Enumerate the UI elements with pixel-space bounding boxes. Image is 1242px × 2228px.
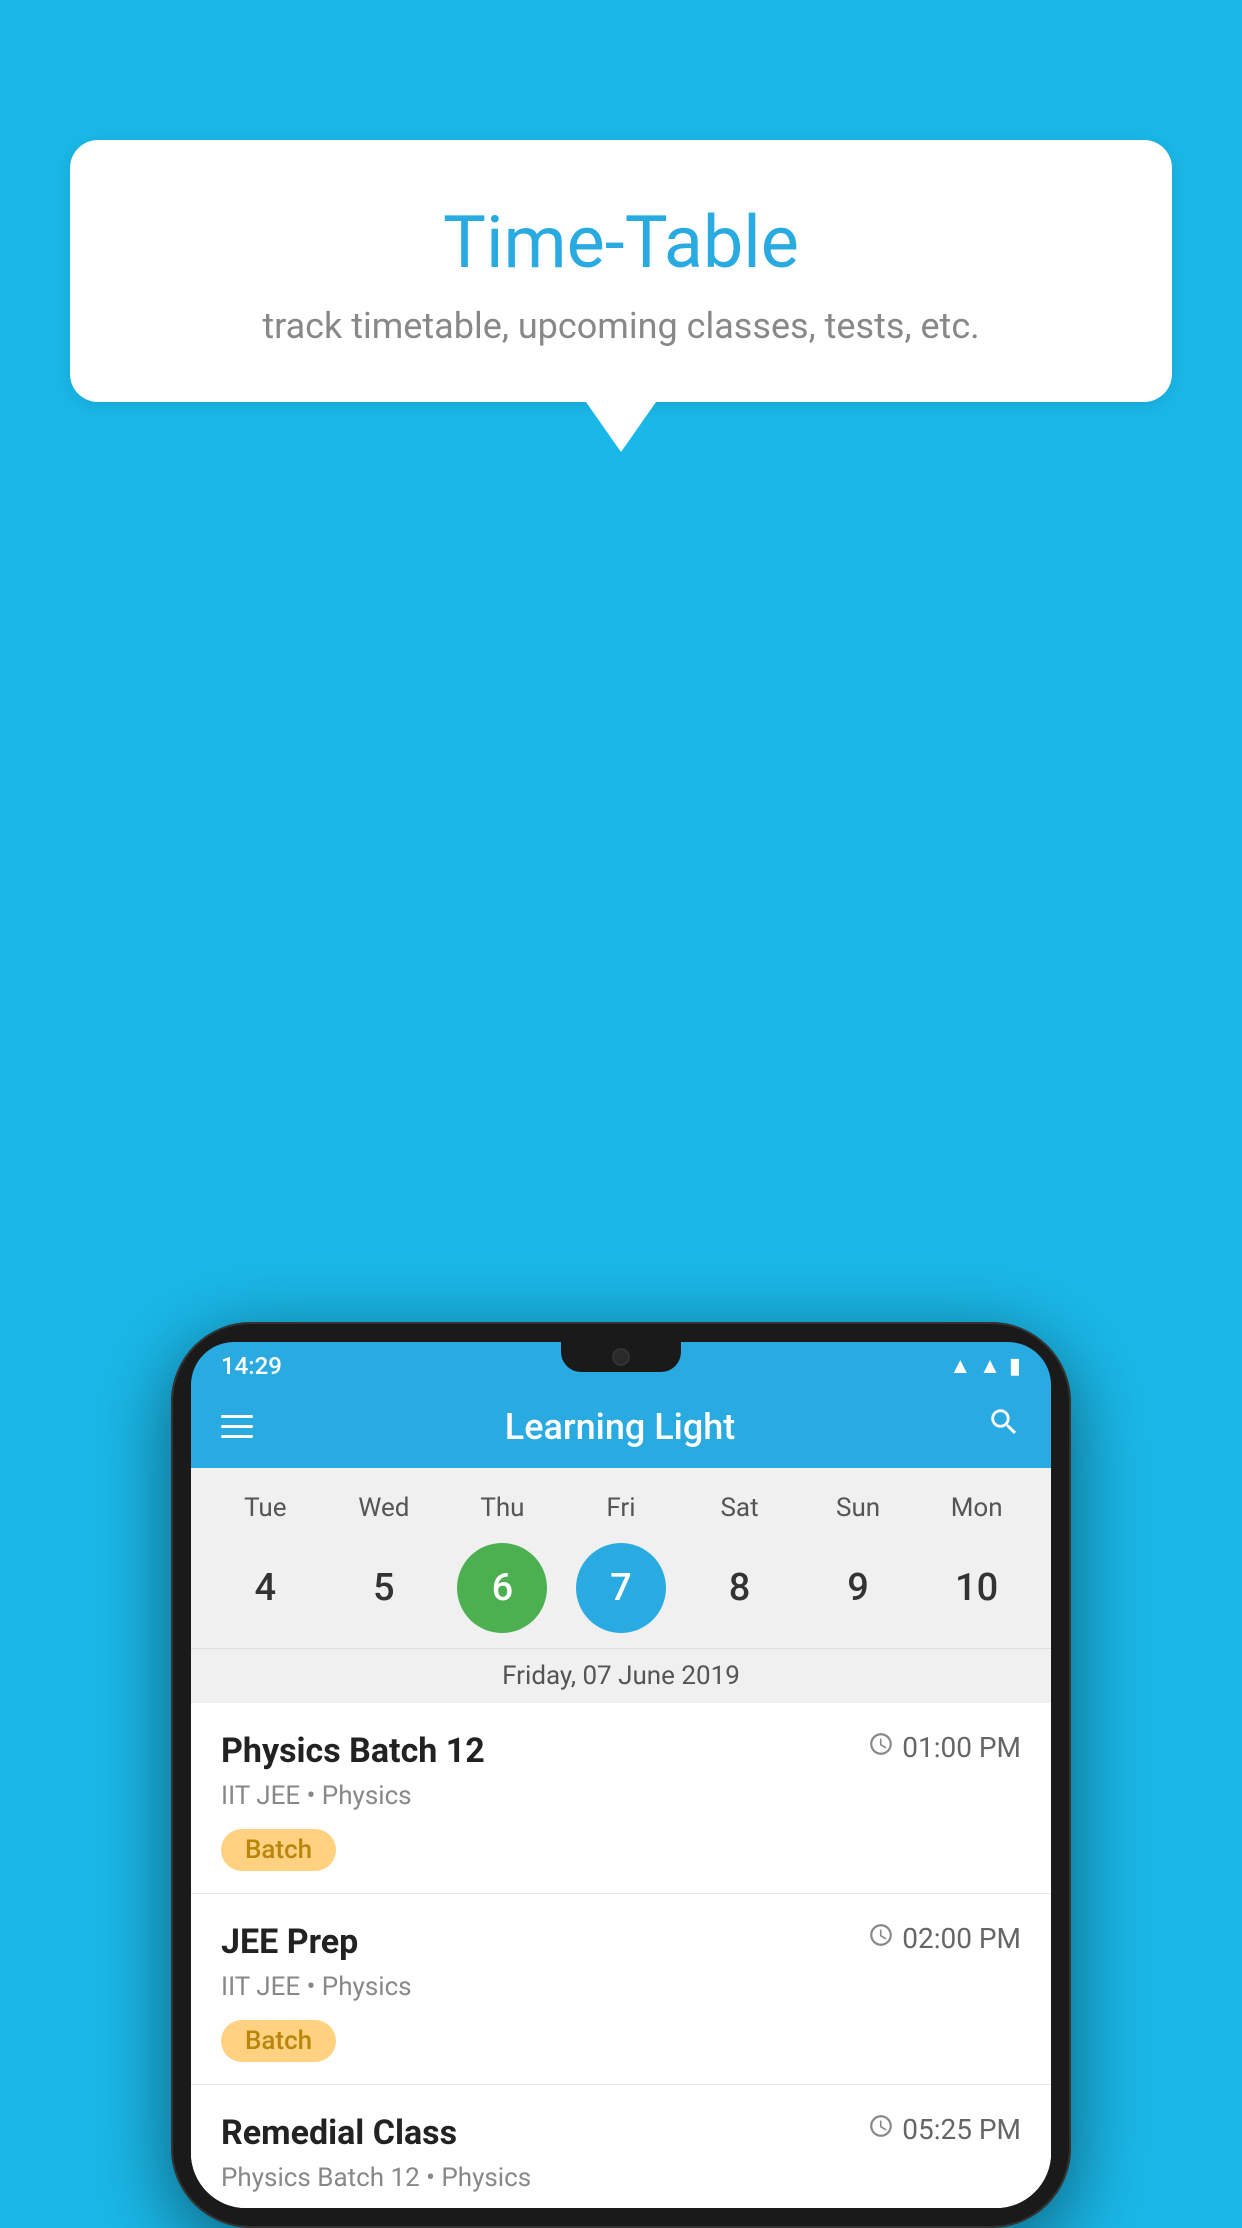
schedule-item-3-title: Remedial Class	[221, 2113, 457, 2153]
speech-bubble-subtitle: track timetable, upcoming classes, tests…	[120, 305, 1122, 347]
schedule-list: Physics Batch 12 01:00 PM IIT JEE • Phys…	[191, 1703, 1051, 2208]
calendar-days-header: Tue Wed Thu Fri Sat Sun Mon	[191, 1483, 1051, 1533]
schedule-item-3-time: 05:25 PM	[868, 2113, 1021, 2146]
schedule-item-2-header: JEE Prep 02:00 PM	[221, 1922, 1021, 1962]
schedule-item-2-subtitle: IIT JEE • Physics	[221, 1972, 1021, 2002]
schedule-item-1[interactable]: Physics Batch 12 01:00 PM IIT JEE • Phys…	[191, 1703, 1051, 1894]
hamburger-menu-icon[interactable]	[221, 1415, 253, 1438]
calendar-date-5[interactable]: 5	[339, 1543, 429, 1633]
calendar-date-9[interactable]: 9	[813, 1543, 903, 1633]
search-icon[interactable]	[987, 1405, 1021, 1448]
calendar-container: Tue Wed Thu Fri Sat Sun Mon 4 5 6 7 8 9 …	[191, 1468, 1051, 1703]
calendar-day-fri[interactable]: Fri	[576, 1493, 666, 1523]
calendar-day-wed[interactable]: Wed	[339, 1493, 429, 1523]
schedule-item-3-header: Remedial Class 05:25 PM	[221, 2113, 1021, 2153]
schedule-item-2-title: JEE Prep	[221, 1922, 358, 1962]
calendar-dates-row: 4 5 6 7 8 9 10	[191, 1533, 1051, 1648]
phone-frame-wrapper: 14:29 ▲ ▲ ▮ Learning Light	[171, 1322, 1071, 2228]
calendar-date-6-today[interactable]: 6	[457, 1543, 547, 1633]
schedule-item-1-header: Physics Batch 12 01:00 PM	[221, 1731, 1021, 1771]
battery-icon: ▮	[1009, 1354, 1021, 1379]
calendar-date-4[interactable]: 4	[220, 1543, 310, 1633]
schedule-item-1-badge: Batch	[221, 1829, 336, 1871]
calendar-day-thu[interactable]: Thu	[457, 1493, 547, 1523]
speech-bubble: Time-Table track timetable, upcoming cla…	[70, 140, 1172, 402]
calendar-day-tue[interactable]: Tue	[220, 1493, 310, 1523]
schedule-item-2[interactable]: JEE Prep 02:00 PM IIT JEE • Physics Batc…	[191, 1894, 1051, 2085]
calendar-selected-date-label: Friday, 07 June 2019	[191, 1648, 1051, 1703]
schedule-item-2-time: 02:00 PM	[868, 1922, 1021, 1955]
wifi-icon: ▲	[949, 1353, 971, 1379]
app-title: Learning Light	[505, 1406, 735, 1448]
speech-bubble-arrow	[586, 402, 656, 452]
calendar-date-10[interactable]: 10	[932, 1543, 1022, 1633]
calendar-date-8[interactable]: 8	[695, 1543, 785, 1633]
calendar-day-sat[interactable]: Sat	[695, 1493, 785, 1523]
phone-camera	[612, 1348, 630, 1366]
app-header: Learning Light	[191, 1385, 1051, 1468]
status-icons: ▲ ▲ ▮	[949, 1353, 1021, 1379]
schedule-item-3[interactable]: Remedial Class 05:25 PM Physics Batch 12…	[191, 2085, 1051, 2208]
schedule-item-1-subtitle: IIT JEE • Physics	[221, 1781, 1021, 1811]
status-time: 14:29	[221, 1352, 282, 1380]
schedule-item-1-time: 01:00 PM	[868, 1731, 1021, 1764]
speech-bubble-title: Time-Table	[120, 200, 1122, 285]
speech-bubble-container: Time-Table track timetable, upcoming cla…	[70, 140, 1172, 452]
calendar-date-7-selected[interactable]: 7	[576, 1543, 666, 1633]
signal-icon: ▲	[979, 1353, 1001, 1379]
schedule-item-3-subtitle: Physics Batch 12 • Physics	[221, 2163, 1021, 2193]
calendar-day-sun[interactable]: Sun	[813, 1493, 903, 1523]
clock-icon-2	[868, 1922, 894, 1955]
clock-icon-3	[868, 2113, 894, 2146]
calendar-day-mon[interactable]: Mon	[932, 1493, 1022, 1523]
phone-notch	[561, 1342, 681, 1372]
status-bar: 14:29 ▲ ▲ ▮	[191, 1342, 1051, 1385]
clock-icon-1	[868, 1731, 894, 1764]
schedule-item-1-title: Physics Batch 12	[221, 1731, 485, 1771]
phone-frame: 14:29 ▲ ▲ ▮ Learning Light	[171, 1322, 1071, 2228]
phone-screen: Learning Light Tue Wed Thu Fri Sat Sun M…	[191, 1385, 1051, 2208]
schedule-item-2-badge: Batch	[221, 2020, 336, 2062]
